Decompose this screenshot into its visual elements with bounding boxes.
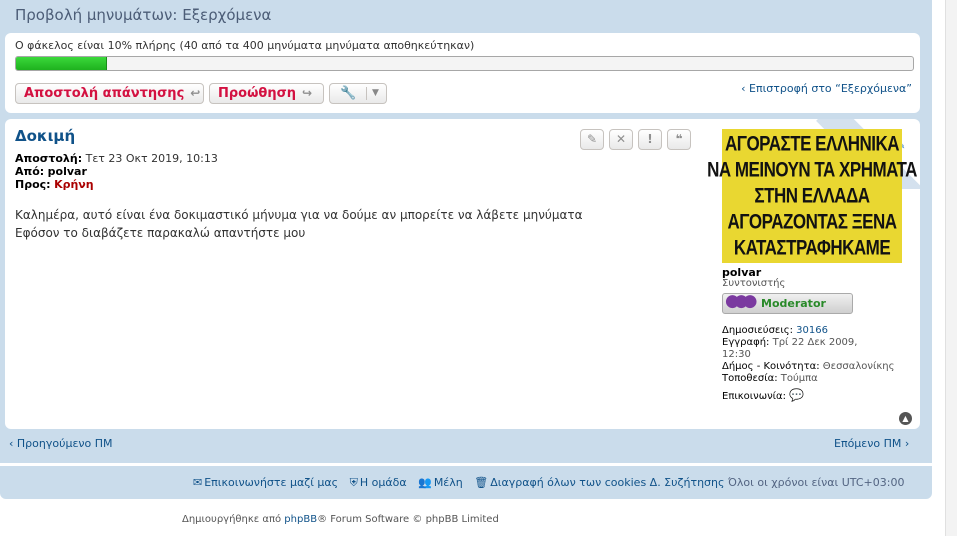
message-panel: ✎ Δοκιμή Αποστολή: Τετ 23 Οκτ 2019, 10:1… (5, 119, 920, 429)
message-body: Καλημέρα, αυτό είναι ένα δοκιμαστικό μήν… (15, 206, 583, 242)
posts-label: Δημοσιεύσεις: (722, 325, 793, 336)
message-title[interactable]: Δοκιμή (15, 127, 75, 145)
pencil-icon: ✎ (586, 132, 598, 146)
author-rank: Συντονιστής (722, 278, 786, 289)
posts-count-link[interactable]: 30166 (796, 325, 828, 336)
forward-button-label: Προώθηση (218, 86, 296, 101)
folder-panel: Ο φάκελος είναι 10% πλήρης (40 από τα 40… (5, 33, 920, 113)
shield-icon: ⛨ (349, 476, 358, 489)
to-label: Προς: (15, 178, 51, 191)
close-icon: ✕ (615, 132, 627, 146)
moderator-badge: ●●● Moderator (722, 291, 853, 314)
previous-pm-link[interactable]: ‹ Προηγούμενο ΠΜ (9, 437, 113, 450)
joined-time-value: 12:30 (722, 349, 751, 360)
timezone-text: Όλοι οι χρόνοι είναι UTC+03:00 (727, 476, 905, 489)
page-title: Προβολή μηνυμάτων: Εξερχόμενα (15, 6, 272, 24)
credit-prefix: Δημιουργήθηκε από (182, 514, 282, 525)
wrench-icon: 🔧 (340, 86, 357, 101)
joined-label: Εγγραφή: (722, 337, 770, 348)
chat-bubble-icon[interactable]: 💬 (789, 388, 804, 402)
phpbb-link[interactable]: phpBB (284, 514, 317, 525)
avatar-text-line: ΣΤΗΝ ΕΛΛΑΔΑ (754, 183, 870, 208)
chevron-down-icon: ▼ (372, 88, 379, 98)
footer-bar: ✉ Επικοινωνήστε μαζί μας ⛨ Η ομάδα 👥 Μέλη 🗑… (0, 466, 932, 499)
edit-button[interactable]: ✎ (580, 129, 604, 150)
return-link-label: Επιστροφή στο “Εξερχόμενα” (749, 82, 912, 95)
chevron-up-icon: ▲ (902, 414, 909, 423)
location-value: Τούμπα (780, 373, 818, 384)
forward-button[interactable]: Προώθηση ↪ (209, 83, 324, 104)
joined-value: Τρί 22 Δεκ 2009, (772, 337, 858, 348)
footer-delete-cookies-link[interactable]: Διαγραφή όλων των cookies Δ. Συζήτησης (490, 476, 724, 489)
exclamation-icon: ! (647, 132, 653, 146)
delete-button[interactable]: ✕ (609, 129, 633, 150)
message-to-line: Προς: Κρήνη (15, 178, 94, 191)
footer-team-link[interactable]: Η ομάδα (360, 476, 407, 489)
report-button[interactable]: ! (638, 129, 662, 150)
footer-credit: Δημιουργήθηκε από phpBB® Forum Software … (182, 514, 499, 525)
contact-label: Επικοινωνία: (722, 391, 787, 402)
users-icon: ●●● (725, 291, 757, 311)
reply-button-label: Αποστολή απάντησης (24, 86, 185, 101)
message-body-line: Εφόσον το διαβάζετε παρακαλώ απαντήστε μ… (15, 226, 306, 240)
folder-progress-fill (16, 57, 107, 70)
avatar-text-line: ΝΑ ΜΕΙΝΟΥΝ ΤΑ ΧΡΗΜΑΤΑ (707, 157, 917, 182)
to-user-link[interactable]: Κρήνη (54, 178, 94, 191)
chevron-left-icon: ‹ (741, 82, 750, 95)
author-contact: Επικοινωνία: 💬 (722, 388, 804, 402)
chevron-right-icon: › (901, 437, 910, 450)
municipality-label: Δήμος - Κοινότητα: (722, 361, 820, 372)
scrollbar[interactable] (945, 0, 957, 536)
author-joined: Εγγραφή: Τρί 22 Δεκ 2009, (722, 337, 857, 348)
reply-icon: ↩ (190, 86, 201, 100)
tools-separator (366, 87, 367, 100)
author-joined-time: 12:30 (722, 349, 751, 360)
avatar-text-line: ΑΓΟΡΑΖΟΝΤΑΣ ΞΕΝΑ (727, 209, 897, 234)
author-location: Τοποθεσία: Τούμπα (722, 373, 818, 384)
avatar-text-line: ΚΑΤΑΣΤΡΑΦΗΚΑΜΕ (733, 235, 891, 260)
tools-dropdown-button[interactable]: 🔧 ▼ (329, 83, 387, 104)
quote-button[interactable]: ❝ (667, 129, 691, 150)
location-label: Τοποθεσία: (722, 373, 778, 384)
back-to-top-button[interactable]: ▲ (899, 412, 912, 425)
footer-contact-link[interactable]: Επικοινωνήστε μαζί μας (204, 476, 338, 489)
trash-icon: 🗑 (474, 476, 489, 489)
previous-pm-label: Προηγούμενο ΠΜ (16, 437, 113, 450)
return-to-outbox-link[interactable]: ‹ Επιστροφή στο “Εξερχόμενα” (741, 82, 912, 95)
folder-progress-bar (15, 56, 914, 71)
footer-links: ✉ Επικοινωνήστε μαζί μας ⛨ Η ομάδα 👥 Μέλη 🗑… (193, 476, 904, 490)
sent-label: Αποστολή: (15, 152, 83, 165)
credit-suffix: ® Forum Software © phpBB Limited (317, 514, 499, 525)
from-user-link[interactable]: polvar (48, 165, 87, 178)
moderator-badge-label: Moderator (761, 297, 826, 310)
next-pm-link[interactable]: Επόμενο ΠΜ › (834, 437, 909, 450)
avatar-text-line: ΑΓΟΡΑΣΤΕ ΕΛΛΗΝΙΚΑ (724, 131, 900, 156)
chevron-left-icon: ‹ (9, 437, 17, 450)
message-body-line: Καλημέρα, αυτό είναι ένα δοκιμαστικό μήν… (15, 208, 583, 222)
from-label: Από: (15, 165, 45, 178)
folder-status-text: Ο φάκελος είναι 10% πλήρης (40 από τα 40… (15, 39, 475, 52)
sent-value: Τετ 23 Οκτ 2019, 10:13 (85, 152, 218, 165)
forward-icon: ↪ (301, 86, 313, 100)
message-from-line: Από: polvar (15, 165, 87, 178)
envelope-icon: ✉ (193, 476, 203, 489)
message-sent-line: Αποστολή: Τετ 23 Οκτ 2019, 10:13 (15, 152, 218, 165)
author-posts: Δημοσιεύσεις: 30166 (722, 325, 828, 336)
next-pm-label: Επόμενο ΠΜ (834, 437, 902, 450)
avatar[interactable]: ΑΓΟΡΑΣΤΕ ΕΛΛΗΝΙΚΑ ΝΑ ΜΕΙΝΟΥΝ ΤΑ ΧΡΗΜΑΤΑ … (707, 129, 917, 263)
author-profile: ΑΓΟΡΑΣΤΕ ΕΛΛΗΝΙΚΑ ΝΑ ΜΕΙΝΟΥΝ ΤΑ ΧΡΗΜΑΤΑ … (707, 129, 917, 419)
users-icon: 👥 (418, 476, 432, 489)
reply-button[interactable]: Αποστολή απάντησης ↩ (15, 83, 204, 104)
quote-icon: ❝ (675, 132, 683, 146)
author-municipality: Δήμος - Κοινότητα: Θεσσαλονίκης (722, 361, 894, 372)
municipality-value: Θεσσαλονίκης (822, 361, 895, 372)
footer-members-link[interactable]: Μέλη (434, 476, 463, 489)
